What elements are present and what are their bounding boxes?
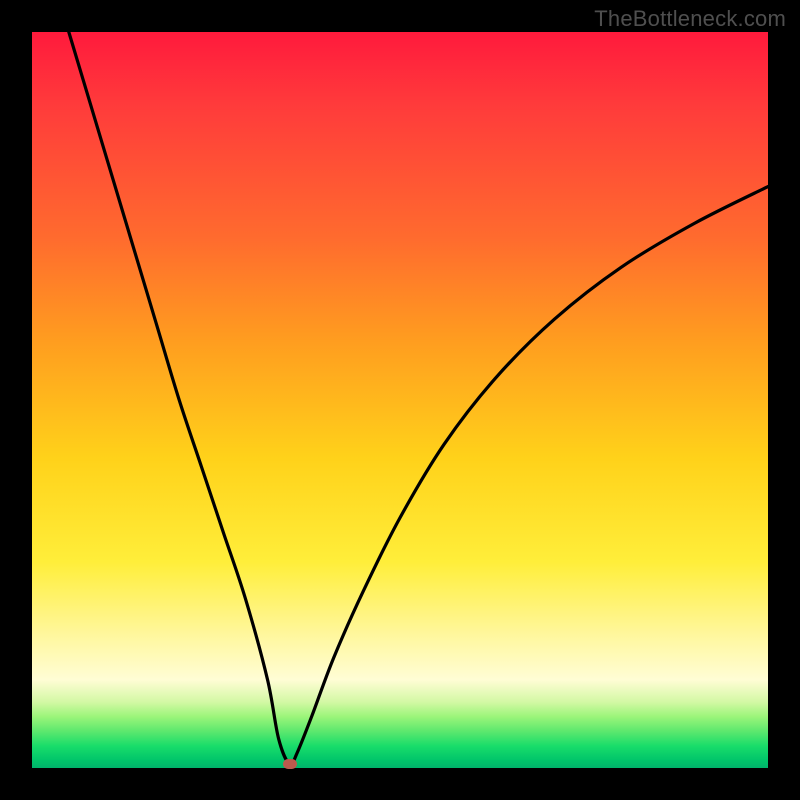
watermark-text: TheBottleneck.com — [594, 6, 786, 32]
bottleneck-curve — [69, 32, 768, 765]
plot-area — [32, 32, 768, 768]
chart-frame: TheBottleneck.com — [0, 0, 800, 800]
curve-svg — [32, 32, 768, 768]
optimum-marker — [283, 759, 297, 769]
